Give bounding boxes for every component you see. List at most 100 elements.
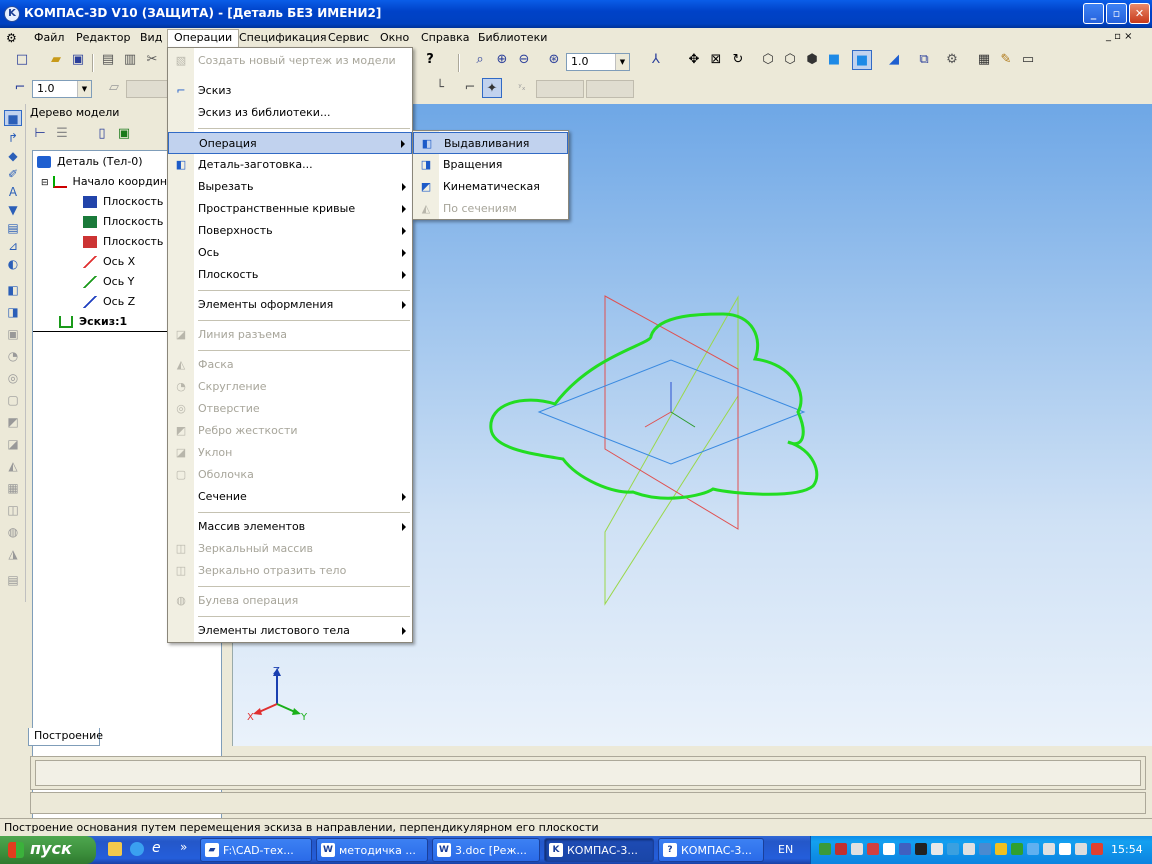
zoom-scale-combo[interactable]: 1.0 ▼ xyxy=(566,53,630,71)
language-indicator[interactable]: EN xyxy=(778,843,793,856)
measure-icon[interactable]: ⊿ xyxy=(4,238,22,254)
tree-node-plane-x[interactable]: Плоскость X xyxy=(83,195,174,208)
filters-icon[interactable]: ⧉ xyxy=(914,50,934,70)
hidden-lines-icon[interactable]: ⬡ xyxy=(780,50,800,70)
edit-details-icon[interactable]: ■ xyxy=(4,110,22,126)
submenu-item-revolve[interactable]: ◨ Вращения xyxy=(413,154,568,176)
tree-node-sketch[interactable]: Эскиз:1 xyxy=(59,315,127,328)
edit-icon[interactable]: ✎ xyxy=(996,50,1016,70)
menu-item-sheet-elements[interactable]: Элементы листового тела xyxy=(168,620,412,642)
tray-icon-15[interactable] xyxy=(1091,843,1103,855)
menu-window[interactable]: Окно xyxy=(380,31,409,44)
minimize-button[interactable]: _ xyxy=(1083,3,1104,24)
manager-icon[interactable]: ⚙ xyxy=(942,50,962,70)
properties-icon[interactable]: ▦ xyxy=(974,50,994,70)
tab-construction[interactable]: Построение xyxy=(28,728,103,746)
tray-icon-5[interactable] xyxy=(883,843,895,855)
step-combo[interactable]: 1.0 ▼ xyxy=(32,80,92,98)
task-word-2[interactable]: W 3.doc [Реж... xyxy=(432,838,540,862)
tree-structure-icon[interactable]: ⊢ xyxy=(30,124,50,144)
pan-icon[interactable]: ✥ xyxy=(684,50,704,70)
menu-item-sketch-from-library[interactable]: Эскиз из библиотеки... xyxy=(168,102,412,124)
menu-item-design-elements[interactable]: Элементы оформления xyxy=(168,294,412,316)
submenu-item-sweep[interactable]: ◩ Кинематическая xyxy=(413,176,568,198)
context-help-icon[interactable]: ? xyxy=(420,50,440,70)
tray-icon-6[interactable] xyxy=(915,843,927,855)
menu-view[interactable]: Вид xyxy=(140,31,162,44)
tray-icon-13[interactable] xyxy=(1027,843,1039,855)
tray-icon-3[interactable] xyxy=(851,843,863,855)
menu-service[interactable]: Сервис xyxy=(328,31,369,44)
menu-item-axis[interactable]: Ось xyxy=(168,242,412,264)
step-icon[interactable]: ⌐ xyxy=(10,78,30,98)
new-file-icon[interactable]: □ xyxy=(12,50,32,70)
menu-operations[interactable]: Операции xyxy=(167,29,240,47)
task-kompas-help[interactable]: ? КОМПАС-3... xyxy=(658,838,764,862)
menu-item-blank-part[interactable]: ◧ Деталь-заготовка... xyxy=(168,154,412,176)
show-all-icon[interactable]: ⊠ xyxy=(706,50,726,70)
menu-item-surface[interactable]: Поверхность xyxy=(168,220,412,242)
snap-icon[interactable]: ✦ xyxy=(482,78,502,98)
document-icon[interactable]: ⚙ xyxy=(6,31,17,45)
save-icon[interactable]: ▣ xyxy=(68,50,88,70)
cut-icon[interactable]: ✂ xyxy=(142,50,162,70)
filter-icon[interactable]: ▼ xyxy=(4,202,22,218)
local-cs-icon[interactable]: ⌐ xyxy=(460,78,480,98)
display-icon[interactable]: ▭ xyxy=(1018,50,1038,70)
menu-help[interactable]: Справка xyxy=(421,31,469,44)
zoom-window-icon[interactable]: ⌕ xyxy=(470,50,490,70)
shaded-edges-icon[interactable]: ■ xyxy=(852,50,872,70)
tree-node-origin[interactable]: ⊟ Начало координ xyxy=(41,175,167,188)
tree-sort-icon[interactable]: ☰ xyxy=(52,124,72,144)
quicklaunch-desktop-icon[interactable] xyxy=(130,842,144,856)
tray-icon-9[interactable] xyxy=(963,843,975,855)
menu-libraries[interactable]: Библиотеки xyxy=(478,31,547,44)
ortho-icon[interactable]: └ xyxy=(430,78,450,98)
menu-item-plane[interactable]: Плоскость xyxy=(168,264,412,286)
spec-icon[interactable]: ▤ xyxy=(4,220,22,236)
start-button[interactable]: пуск xyxy=(0,836,96,864)
parametrize-icon[interactable]: ◐ xyxy=(4,256,22,272)
volume-icon[interactable] xyxy=(1075,843,1087,855)
menu-item-section[interactable]: Сечение xyxy=(168,486,412,508)
zoom-scale-icon[interactable]: ⊛ xyxy=(544,50,564,70)
tree-report-icon[interactable]: ▣ xyxy=(114,124,134,144)
tree-node-part[interactable]: Деталь (Тел-0) xyxy=(37,155,143,168)
tray-icon-2[interactable] xyxy=(835,843,847,855)
tray-icon-1[interactable] xyxy=(819,843,831,855)
orientation-icon[interactable]: ⅄ xyxy=(646,50,666,70)
doc-window-controls[interactable]: _ ▫ × xyxy=(1106,31,1133,42)
task-folder[interactable]: ▰ F:\CAD-тех... xyxy=(200,838,312,862)
close-button[interactable]: ✕ xyxy=(1129,3,1150,24)
tray-icon-10[interactable] xyxy=(979,843,991,855)
menu-item-array[interactable]: Массив элементов xyxy=(168,516,412,538)
tray-icon-11[interactable] xyxy=(995,843,1007,855)
zoom-out-icon[interactable]: ⊖ xyxy=(514,50,534,70)
open-file-icon[interactable]: ▰ xyxy=(46,50,66,70)
menu-item-cut[interactable]: Вырезать xyxy=(168,176,412,198)
tree-panel-icon[interactable]: ▯ xyxy=(92,124,112,144)
extrude-left-icon[interactable]: ◧ xyxy=(4,282,22,298)
menu-item-operation[interactable]: Операция xyxy=(168,132,412,154)
quicklaunch-more-icon[interactable]: » xyxy=(180,840,187,854)
network-icon[interactable] xyxy=(1043,843,1055,855)
tree-node-axis-z[interactable]: Ось Z xyxy=(83,295,135,308)
tray-icon-flag[interactable] xyxy=(899,843,911,855)
submenu-item-extrude[interactable]: ◧ Выдавливания xyxy=(413,132,568,154)
menu-edit[interactable]: Редактор xyxy=(76,31,131,44)
tree-node-axis-x[interactable]: Ось X xyxy=(83,255,135,268)
tray-icon-7[interactable] xyxy=(931,843,943,855)
quicklaunch-ie-icon[interactable]: e xyxy=(152,840,161,856)
tray-icon-4[interactable] xyxy=(867,843,879,855)
tray-icon-8[interactable] xyxy=(947,843,959,855)
menu-item-spatial-curves[interactable]: Пространственные кривые xyxy=(168,198,412,220)
print-icon[interactable]: ▤ xyxy=(98,50,118,70)
geometry-icon[interactable]: ◆ xyxy=(4,148,22,164)
wireframe-icon[interactable]: ⬡ xyxy=(758,50,778,70)
chevron-down-icon[interactable]: ▼ xyxy=(77,81,91,97)
dimensions-icon[interactable]: ✐ xyxy=(4,166,22,182)
kompas-app-icon[interactable]: K xyxy=(4,6,20,22)
revolve-left-icon[interactable]: ◨ xyxy=(4,304,22,320)
annotation-icon[interactable]: A xyxy=(4,184,22,200)
maximize-button[interactable]: ▫ xyxy=(1106,3,1127,24)
